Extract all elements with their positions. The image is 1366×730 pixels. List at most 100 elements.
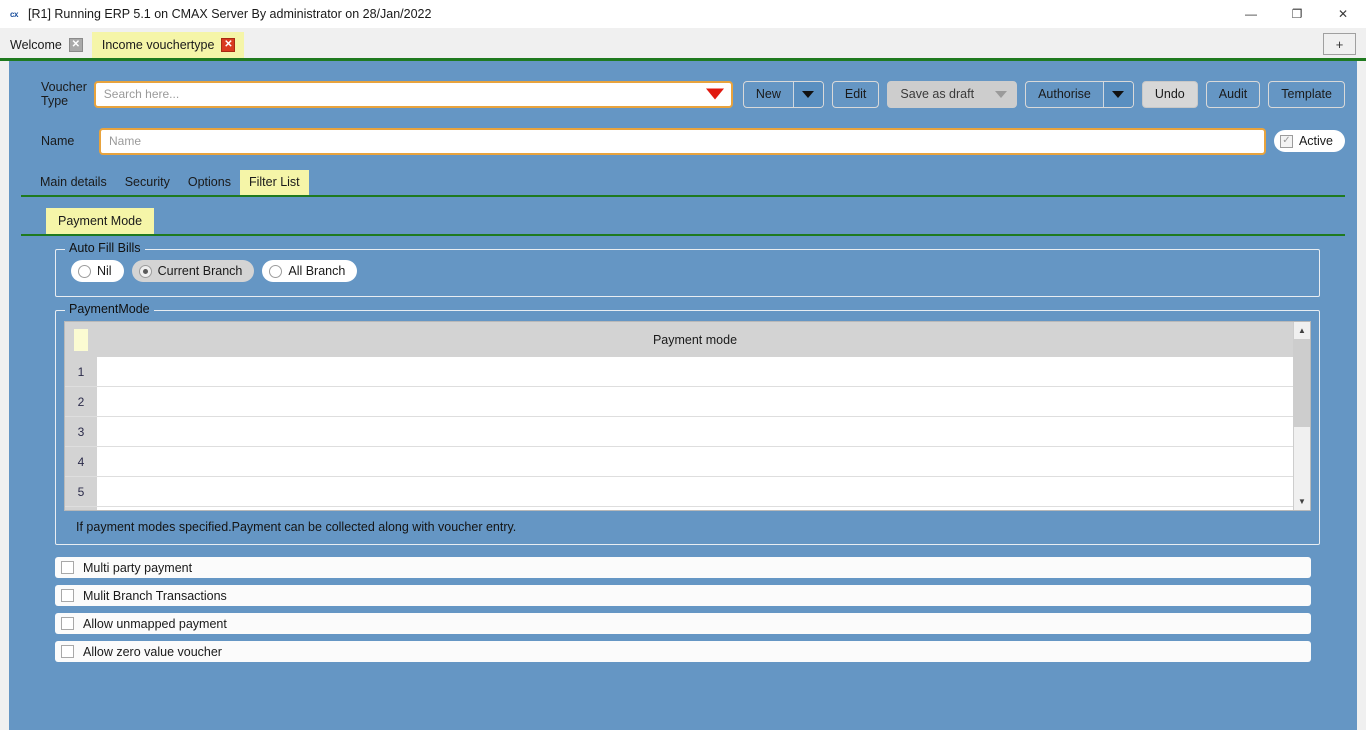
save-as-draft-label: Save as draft bbox=[900, 87, 975, 101]
row-number: 1 bbox=[65, 357, 97, 386]
checkbox-mulit-branch-transactions[interactable]: Mulit Branch Transactions bbox=[55, 585, 1311, 606]
tab-income-vouchertype-label: Income vouchertype bbox=[101, 38, 215, 52]
radio-current-branch-label: Current Branch bbox=[157, 264, 243, 278]
record-toolbar: New Edit Save as draft Authorise Undo Au… bbox=[742, 80, 1345, 108]
tab-main-details[interactable]: Main details bbox=[31, 170, 116, 195]
primary-tabs: Main details Security Options Filter Lis… bbox=[21, 170, 1345, 197]
table-row[interactable]: 3 bbox=[65, 417, 1293, 447]
checkbox-allow-unmapped-payment[interactable]: Allow unmapped payment bbox=[55, 613, 1311, 634]
radio-all-branch-icon bbox=[269, 264, 283, 278]
tab-filter-list-label: Filter List bbox=[248, 175, 300, 189]
name-row: Name Name ✓ Active bbox=[9, 124, 1357, 158]
row-number: 2 bbox=[65, 387, 97, 416]
voucher-type-panel: Voucher Type Search here... New Edit Sav… bbox=[9, 61, 1357, 730]
tab-filter-list[interactable]: Filter List bbox=[239, 170, 309, 195]
radio-nil-icon bbox=[78, 264, 91, 278]
undo-button-label: Undo bbox=[1154, 87, 1185, 101]
new-button-label: New bbox=[755, 87, 781, 101]
tab-security[interactable]: Security bbox=[116, 170, 179, 195]
grid-select-all-marker-icon bbox=[74, 328, 88, 351]
window-titlebar: cx [R1] Running ERP 5.1 on CMAX Server B… bbox=[0, 0, 1366, 28]
maximize-icon[interactable]: ❐ bbox=[1274, 0, 1320, 28]
payment-mode-grid[interactable]: Payment mode 1 2 3 4 5 ▲ ▼ bbox=[64, 321, 1311, 511]
row-payment-mode-cell-partial[interactable] bbox=[97, 507, 1293, 510]
app-logo-icon: cx bbox=[10, 9, 18, 19]
multi-party-payment-check-icon bbox=[61, 561, 74, 574]
save-as-draft-dropdown-arrow-icon[interactable] bbox=[986, 81, 1017, 107]
radio-nil-label: Nil bbox=[97, 264, 112, 278]
window-title: [R1] Running ERP 5.1 on CMAX Server By a… bbox=[28, 7, 432, 21]
multi-party-payment-label: Multi party payment bbox=[83, 560, 193, 575]
row-payment-mode-cell[interactable] bbox=[97, 357, 1293, 386]
row-payment-mode-cell[interactable] bbox=[97, 417, 1293, 446]
active-check-icon: ✓ bbox=[1279, 134, 1293, 148]
new-tab-button[interactable]: + bbox=[1323, 33, 1356, 55]
authorise-button[interactable]: Authorise bbox=[1025, 80, 1134, 108]
window-body: Voucher Type Search here... New Edit Sav… bbox=[0, 61, 1366, 730]
table-row[interactable]: 4 bbox=[65, 447, 1293, 477]
document-tabstrip: Welcome ✕ Income vouchertype ✕ + bbox=[0, 28, 1366, 61]
authorise-dropdown-arrow-icon[interactable] bbox=[1102, 81, 1133, 107]
grid-header-corner[interactable] bbox=[65, 322, 97, 357]
table-row-partial[interactable] bbox=[65, 507, 1293, 510]
scroll-thumb[interactable] bbox=[1294, 339, 1310, 427]
grid-vertical-scrollbar[interactable]: ▲ ▼ bbox=[1293, 322, 1310, 510]
undo-button[interactable]: Undo bbox=[1141, 80, 1198, 108]
radio-all-branch-label: All Branch bbox=[288, 264, 346, 278]
row-payment-mode-cell[interactable] bbox=[97, 477, 1293, 506]
row-number: 4 bbox=[65, 447, 97, 476]
checkbox-allow-zero-value-voucher[interactable]: Allow zero value voucher bbox=[55, 641, 1311, 662]
radio-current-branch[interactable]: Current Branch bbox=[131, 260, 255, 282]
radio-nil[interactable]: Nil bbox=[71, 260, 124, 282]
row-payment-mode-cell[interactable] bbox=[97, 387, 1293, 416]
voucher-type-label: Voucher Type bbox=[41, 80, 87, 108]
edit-button-label: Edit bbox=[844, 87, 867, 101]
tab-welcome-close-icon[interactable]: ✕ bbox=[68, 38, 83, 52]
voucher-type-search-input[interactable]: Search here... bbox=[93, 80, 733, 108]
mulit-branch-transactions-check-icon bbox=[61, 589, 74, 602]
tab-welcome[interactable]: Welcome ✕ bbox=[0, 32, 92, 58]
tab-income-vouchertype-close-icon[interactable]: ✕ bbox=[221, 38, 236, 52]
row-payment-mode-cell[interactable] bbox=[97, 447, 1293, 476]
minimize-icon[interactable]: — bbox=[1228, 0, 1274, 28]
radio-all-branch[interactable]: All Branch bbox=[262, 260, 358, 282]
allow-zero-value-voucher-check-icon bbox=[61, 645, 74, 658]
close-icon[interactable]: ✕ bbox=[1320, 0, 1366, 28]
right-gutter bbox=[1357, 61, 1366, 730]
auto-fill-bills-group: Auto Fill Bills Nil Current Branch All B… bbox=[55, 241, 1320, 297]
active-checkbox[interactable]: ✓ Active bbox=[1273, 130, 1345, 152]
table-row[interactable]: 2 bbox=[65, 387, 1293, 417]
name-input[interactable]: Name bbox=[99, 127, 1266, 155]
table-row[interactable]: 1 bbox=[65, 357, 1293, 387]
authorise-button-label: Authorise bbox=[1038, 87, 1091, 101]
new-button[interactable]: New bbox=[742, 80, 824, 108]
payment-mode-grid-main: Payment mode 1 2 3 4 5 bbox=[65, 322, 1293, 510]
scroll-up-icon[interactable]: ▲ bbox=[1294, 322, 1310, 339]
active-checkbox-label: Active bbox=[1298, 134, 1333, 148]
payment-mode-grid-header: Payment mode bbox=[65, 322, 1293, 357]
voucher-type-row: Voucher Type Search here... New Edit Sav… bbox=[9, 72, 1357, 116]
dropdown-caret-icon[interactable] bbox=[705, 88, 724, 100]
tab-payment-mode[interactable]: Payment Mode bbox=[46, 208, 155, 234]
tab-main-details-label: Main details bbox=[40, 175, 107, 189]
checkbox-multi-party-payment[interactable]: Multi party payment bbox=[55, 557, 1311, 578]
new-dropdown-arrow-icon[interactable] bbox=[792, 81, 823, 107]
radio-current-branch-icon bbox=[138, 264, 152, 278]
edit-button[interactable]: Edit bbox=[831, 80, 880, 108]
auto-fill-bills-legend: Auto Fill Bills bbox=[65, 241, 145, 255]
payment-mode-grid-rows: 1 2 3 4 5 bbox=[65, 357, 1293, 510]
scroll-track[interactable] bbox=[1294, 339, 1310, 493]
audit-button[interactable]: Audit bbox=[1205, 80, 1261, 108]
save-as-draft-button[interactable]: Save as draft bbox=[887, 80, 1018, 108]
auto-fill-bills-radio-group: Nil Current Branch All Branch bbox=[66, 260, 1309, 282]
table-row[interactable]: 5 bbox=[65, 477, 1293, 507]
template-button[interactable]: Template bbox=[1268, 80, 1345, 108]
tab-income-vouchertype[interactable]: Income vouchertype ✕ bbox=[91, 32, 245, 58]
options-checkbox-list: Multi party payment Mulit Branch Transac… bbox=[9, 557, 1357, 662]
tab-security-label: Security bbox=[124, 175, 170, 189]
allow-unmapped-payment-check-icon bbox=[61, 617, 74, 630]
tab-options[interactable]: Options bbox=[179, 170, 240, 195]
grid-column-header-payment-mode[interactable]: Payment mode bbox=[97, 333, 1293, 347]
payment-mode-hint: If payment modes specified.Payment can b… bbox=[76, 520, 517, 534]
scroll-down-icon[interactable]: ▼ bbox=[1294, 493, 1310, 510]
